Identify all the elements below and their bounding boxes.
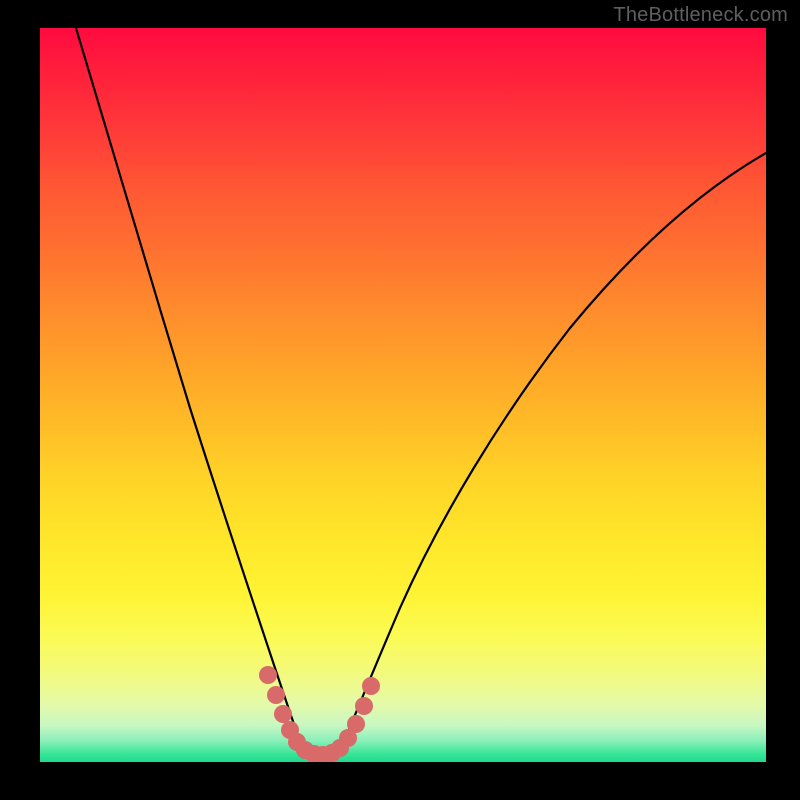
plot-area <box>40 28 766 762</box>
valley-marker-group <box>259 666 380 762</box>
curve-right-branch <box>340 153 766 750</box>
chart-frame: TheBottleneck.com <box>0 0 800 800</box>
watermark-text: TheBottleneck.com <box>613 4 788 27</box>
curve-left-branch <box>76 28 303 750</box>
curve-layer <box>40 28 766 762</box>
